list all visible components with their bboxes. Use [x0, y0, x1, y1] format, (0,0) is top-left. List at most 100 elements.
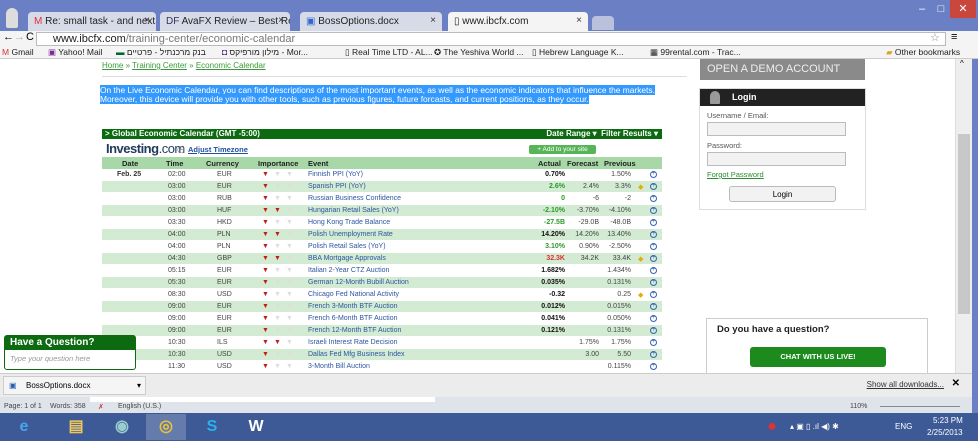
- forgot-password-link[interactable]: Forgot Password: [707, 170, 764, 179]
- bookmark-mercantile[interactable]: ▬ בנק מרכנתיל - פרטיים: [116, 47, 206, 57]
- table-row[interactable]: Feb. 25 02:00 EUR ▼ ▼ ▼ Finnish PPI (YoY) …: [102, 169, 662, 181]
- cell-event[interactable]: Chicago Fed National Activity: [308, 291, 399, 298]
- cell-event[interactable]: 3-Month Bill Auction: [308, 363, 370, 370]
- back-icon[interactable]: ←: [3, 31, 14, 43]
- language-indicator[interactable]: ENG: [895, 422, 912, 431]
- cell-event[interactable]: Polish Retail Sales (YoY): [308, 243, 386, 250]
- expand-icon[interactable]: +: [650, 219, 657, 226]
- cell-event[interactable]: Finnish PPI (YoY): [308, 171, 363, 178]
- expand-icon[interactable]: +: [650, 267, 657, 274]
- investing-logo[interactable]: Investing.com: [106, 141, 185, 156]
- expand-icon[interactable]: +: [650, 363, 657, 370]
- expand-icon[interactable]: +: [650, 183, 657, 190]
- breadcrumb-home[interactable]: Home: [102, 61, 123, 70]
- expand-icon[interactable]: +: [650, 327, 657, 334]
- adjust-timezone-link[interactable]: Adjust Timezone: [188, 145, 248, 154]
- table-row[interactable]: 03:30 HKD ▼ ▼ ▼ Hong Kong Trade Balance -2…: [102, 217, 662, 229]
- expand-icon[interactable]: +: [650, 279, 657, 286]
- close-downloads-icon[interactable]: ✕: [952, 378, 960, 389]
- close-window-button[interactable]: ✕: [950, 0, 976, 18]
- cell-event[interactable]: Russian Business Confidence: [308, 195, 401, 202]
- minimize-button[interactable]: –: [912, 0, 932, 18]
- scrollbar-thumb[interactable]: [958, 134, 970, 314]
- cell-event[interactable]: BBA Mortgage Approvals: [308, 255, 386, 262]
- expand-icon[interactable]: +: [650, 351, 657, 358]
- expand-icon[interactable]: +: [650, 291, 657, 298]
- cell-event[interactable]: French 6-Month BTF Auction: [308, 315, 397, 322]
- cell-event[interactable]: Hong Kong Trade Balance: [308, 219, 390, 226]
- tab-bossoptions[interactable]: ▣ BossOptions.docx ×: [300, 12, 442, 31]
- cell-event[interactable]: Polish Unemployment Rate: [308, 231, 393, 238]
- expand-icon[interactable]: +: [650, 171, 657, 178]
- bookmark-yeshiva[interactable]: ✪ The Yeshiva World ...: [434, 47, 524, 58]
- date-range-dropdown[interactable]: Date Range ▾: [546, 129, 596, 138]
- profile-icon[interactable]: [6, 8, 18, 28]
- bookmark-realtime[interactable]: ▯ Real Time LTD - AL...: [345, 47, 433, 58]
- breadcrumb-calendar[interactable]: Economic Calendar: [196, 61, 266, 70]
- zoom-slider[interactable]: [880, 406, 960, 407]
- close-tab-icon[interactable]: ×: [576, 15, 582, 26]
- table-row[interactable]: 08:30 USD ▼ ▼ ▼ Chicago Fed National Activ…: [102, 289, 662, 301]
- cell-event[interactable]: German 12-Month Bubill Auction: [308, 279, 409, 286]
- table-row[interactable]: 05:15 EUR ▼ ▼ ▼ Italian 2-Year CTZ Auction…: [102, 265, 662, 277]
- explorer-icon[interactable]: ▤: [56, 414, 96, 440]
- filter-results-dropdown[interactable]: Filter Results ▾: [601, 129, 658, 138]
- expand-icon[interactable]: +: [650, 195, 657, 202]
- bookmark-morfix[interactable]: ◘ מילון מורפיקס - Mor...: [222, 47, 308, 57]
- table-row[interactable]: 04:30 GBP ▼ ▼ ▼ BBA Mortgage Approvals 32.…: [102, 253, 662, 265]
- password-input[interactable]: [707, 152, 846, 166]
- close-tab-icon[interactable]: ×: [430, 15, 436, 26]
- table-row[interactable]: 03:00 HUF ▼ ▼ ▼ Hungarian Retail Sales (Yo…: [102, 205, 662, 217]
- bookmark-yahoo[interactable]: ▣ Yahoo! Mail: [48, 47, 103, 58]
- expand-icon[interactable]: +: [650, 243, 657, 250]
- tray-icons[interactable]: ▴ ▣ ▯ .ıl ◀) ✱: [790, 422, 839, 431]
- cell-event[interactable]: Italian 2-Year CTZ Auction: [308, 267, 389, 274]
- expand-icon[interactable]: +: [650, 207, 657, 214]
- bookmark-hebrew[interactable]: ▯ Hebrew Language K...: [532, 47, 624, 58]
- table-row[interactable]: 09:00 EUR ▼ ▼ ▼ French 6-Month BTF Auction…: [102, 313, 662, 325]
- table-row[interactable]: 05:30 EUR ▼ ▼ ▼ German 12-Month Bubill Auc…: [102, 277, 662, 289]
- question-input[interactable]: Type your question here: [5, 350, 135, 367]
- chat-live-button[interactable]: CHAT WITH US LIVE!: [750, 347, 886, 367]
- skype-icon[interactable]: S: [192, 414, 232, 440]
- word-zoom-level[interactable]: 110%: [850, 403, 867, 410]
- address-bar[interactable]: www.ibcfx.com/training-center/economic-c…: [36, 32, 946, 46]
- word-page-count[interactable]: Page: 1 of 1: [4, 403, 42, 410]
- word-word-count[interactable]: Words: 358: [50, 403, 86, 410]
- chevron-down-icon[interactable]: ▾: [137, 377, 141, 395]
- itunes-icon[interactable]: ◉: [102, 414, 142, 440]
- table-row[interactable]: 09:00 EUR ▼ ▼ ▼ French 12-Month BTF Auctio…: [102, 325, 662, 337]
- table-row[interactable]: 09:00 EUR ▼ ▼ ▼ French 3-Month BTF Auction…: [102, 301, 662, 313]
- cell-event[interactable]: French 12-Month BTF Auction: [308, 327, 401, 334]
- table-row[interactable]: 04:00 PLN ▼ ▼ ▼ Polish Retail Sales (YoY) …: [102, 241, 662, 253]
- cell-event[interactable]: Dallas Fed Mfg Business Index: [308, 351, 405, 358]
- expand-icon[interactable]: +: [650, 315, 657, 322]
- new-tab-button[interactable]: [592, 16, 614, 30]
- breadcrumb-training[interactable]: Training Center: [132, 61, 187, 70]
- antivirus-icon[interactable]: ●: [752, 414, 792, 440]
- ie-icon[interactable]: e: [4, 414, 44, 440]
- cell-event[interactable]: Hungarian Retail Sales (YoY): [308, 207, 399, 214]
- table-row[interactable]: 04:00 PLN ▼ ▼ ▼ Polish Unemployment Rate 1…: [102, 229, 662, 241]
- menu-icon[interactable]: ≡: [951, 31, 957, 43]
- clock-date[interactable]: 2/25/2013: [927, 428, 963, 437]
- bookmark-gmail[interactable]: M Gmail: [2, 47, 34, 57]
- forward-icon[interactable]: →: [14, 31, 25, 43]
- bookmark-99rental[interactable]: ▦ 99rental.com - Trac...: [650, 47, 741, 58]
- close-tab-icon[interactable]: ×: [278, 15, 284, 26]
- add-to-site-button[interactable]: + Add to your site: [529, 145, 596, 154]
- expand-icon[interactable]: +: [650, 255, 657, 262]
- proofing-icon[interactable]: ✗: [98, 403, 104, 411]
- login-button[interactable]: Login: [729, 186, 836, 202]
- word-language[interactable]: English (U.S.): [118, 403, 161, 410]
- cell-event[interactable]: Spanish PPI (YoY): [308, 183, 366, 190]
- word-icon[interactable]: W: [236, 414, 276, 440]
- table-row[interactable]: 03:00 RUB ▼ ▼ ▼ Russian Business Confidenc…: [102, 193, 662, 205]
- username-input[interactable]: [707, 122, 846, 136]
- vertical-scrollbar[interactable]: ^: [955, 59, 972, 373]
- open-demo-account-button[interactable]: OPEN A DEMO ACCOUNT: [700, 59, 865, 80]
- reload-icon[interactable]: C: [26, 31, 34, 43]
- table-row[interactable]: 10:30 USD ▼ ▼ ▼ Dallas Fed Mfg Business In…: [102, 349, 662, 361]
- expand-icon[interactable]: +: [650, 303, 657, 310]
- expand-icon[interactable]: +: [650, 339, 657, 346]
